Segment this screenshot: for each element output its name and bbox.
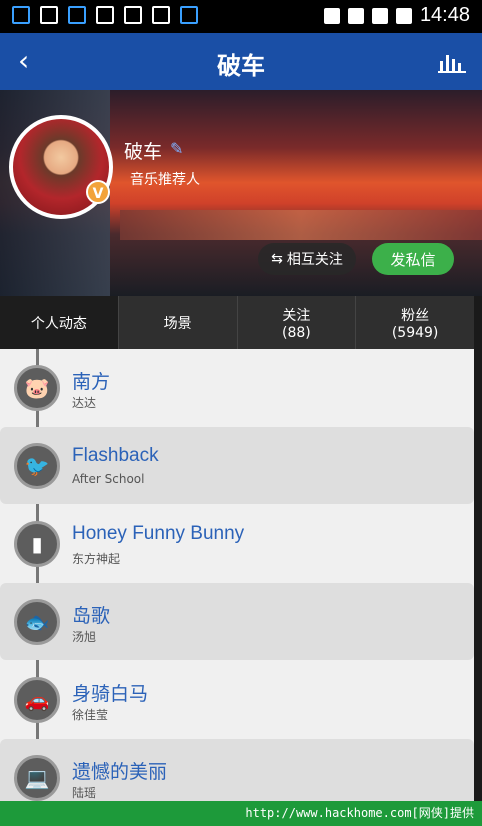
song-title: 岛歌 bbox=[72, 606, 111, 627]
laptop-icon: 💻 bbox=[14, 755, 60, 801]
no-signal-icon bbox=[124, 6, 142, 24]
bird-icon: 🐦 bbox=[14, 443, 60, 489]
send-message-button[interactable]: 发私信 bbox=[372, 243, 454, 275]
song-title: Honey Funny Bunny bbox=[72, 523, 245, 544]
signal-icon bbox=[371, 7, 388, 24]
mutual-follow-label: 相互关注 bbox=[286, 252, 343, 268]
song-artist: 陆瑶 bbox=[72, 786, 97, 800]
song-artist: 徐佳莹 bbox=[72, 708, 109, 722]
list-item[interactable]: 🚗 身骑白马 徐佳莹 bbox=[0, 661, 474, 738]
app-bar: ‹ 破车 bbox=[0, 33, 482, 90]
image-icon bbox=[40, 6, 58, 24]
volume-icon bbox=[323, 7, 340, 24]
watermark-footer: http://www.hackhome.com[网侠]提供 bbox=[0, 801, 482, 826]
bar-chart-icon[interactable] bbox=[438, 51, 466, 73]
car-icon: 🚗 bbox=[14, 677, 60, 723]
battery-icon bbox=[395, 7, 412, 24]
song-title: Flashback bbox=[72, 445, 159, 466]
status-bar: 14:48 bbox=[0, 0, 482, 33]
tab-fans[interactable]: 粉丝 (5949) bbox=[356, 296, 474, 349]
fish-icon: 🐟 bbox=[14, 599, 60, 645]
song-artist: 达达 bbox=[72, 396, 97, 410]
list-item[interactable]: ▮ Honey Funny Bunny 东方神起 bbox=[0, 505, 474, 582]
song-title: 身骑白马 bbox=[72, 684, 149, 705]
edit-icon[interactable]: ✎ bbox=[170, 139, 183, 158]
song-title: 南方 bbox=[72, 372, 111, 393]
scrollbar[interactable] bbox=[474, 296, 482, 801]
page-title: 破车 bbox=[217, 52, 265, 80]
notification-icon bbox=[12, 6, 30, 24]
user-name: 破车 bbox=[124, 141, 163, 163]
shield-icon bbox=[180, 6, 198, 24]
user-role: 音乐推荐人 bbox=[130, 172, 200, 188]
list-item[interactable]: 💻 遗憾的美丽 陆瑶 bbox=[0, 739, 474, 801]
verified-badge: V bbox=[86, 180, 110, 204]
song-list: 🐷 南方 达达 🐦 Flashback After School ▮ Honey… bbox=[0, 349, 474, 801]
list-item[interactable]: 🐷 南方 达达 bbox=[0, 349, 474, 426]
tab-activity[interactable]: 个人动态 bbox=[0, 296, 119, 349]
list-item[interactable]: 🐦 Flashback After School bbox=[0, 427, 474, 504]
wifi-icon bbox=[347, 7, 364, 24]
pig-icon: 🐷 bbox=[14, 365, 60, 411]
song-artist: 汤旭 bbox=[72, 630, 97, 644]
song-artist: After School bbox=[72, 472, 145, 486]
sim-icon bbox=[96, 6, 114, 24]
swap-icon: ⇆ bbox=[271, 251, 283, 267]
list-item[interactable]: 🐟 岛歌 汤旭 bbox=[0, 583, 474, 660]
song-artist: 东方神起 bbox=[72, 552, 121, 566]
tab-scenes[interactable]: 场景 bbox=[119, 296, 238, 349]
notification-icon bbox=[68, 6, 86, 24]
song-title: 遗憾的美丽 bbox=[72, 762, 168, 783]
mutual-follow-button[interactable]: ⇆ 相互关注 bbox=[258, 243, 356, 275]
bottle-icon: ▮ bbox=[14, 521, 60, 567]
tab-following[interactable]: 关注 (88) bbox=[238, 296, 357, 349]
lock-icon bbox=[152, 6, 170, 24]
river-reflection bbox=[120, 210, 482, 240]
clock: 14:48 bbox=[419, 4, 470, 26]
profile-tabs: 个人动态 场景 关注 (88) 粉丝 (5949) bbox=[0, 296, 474, 349]
